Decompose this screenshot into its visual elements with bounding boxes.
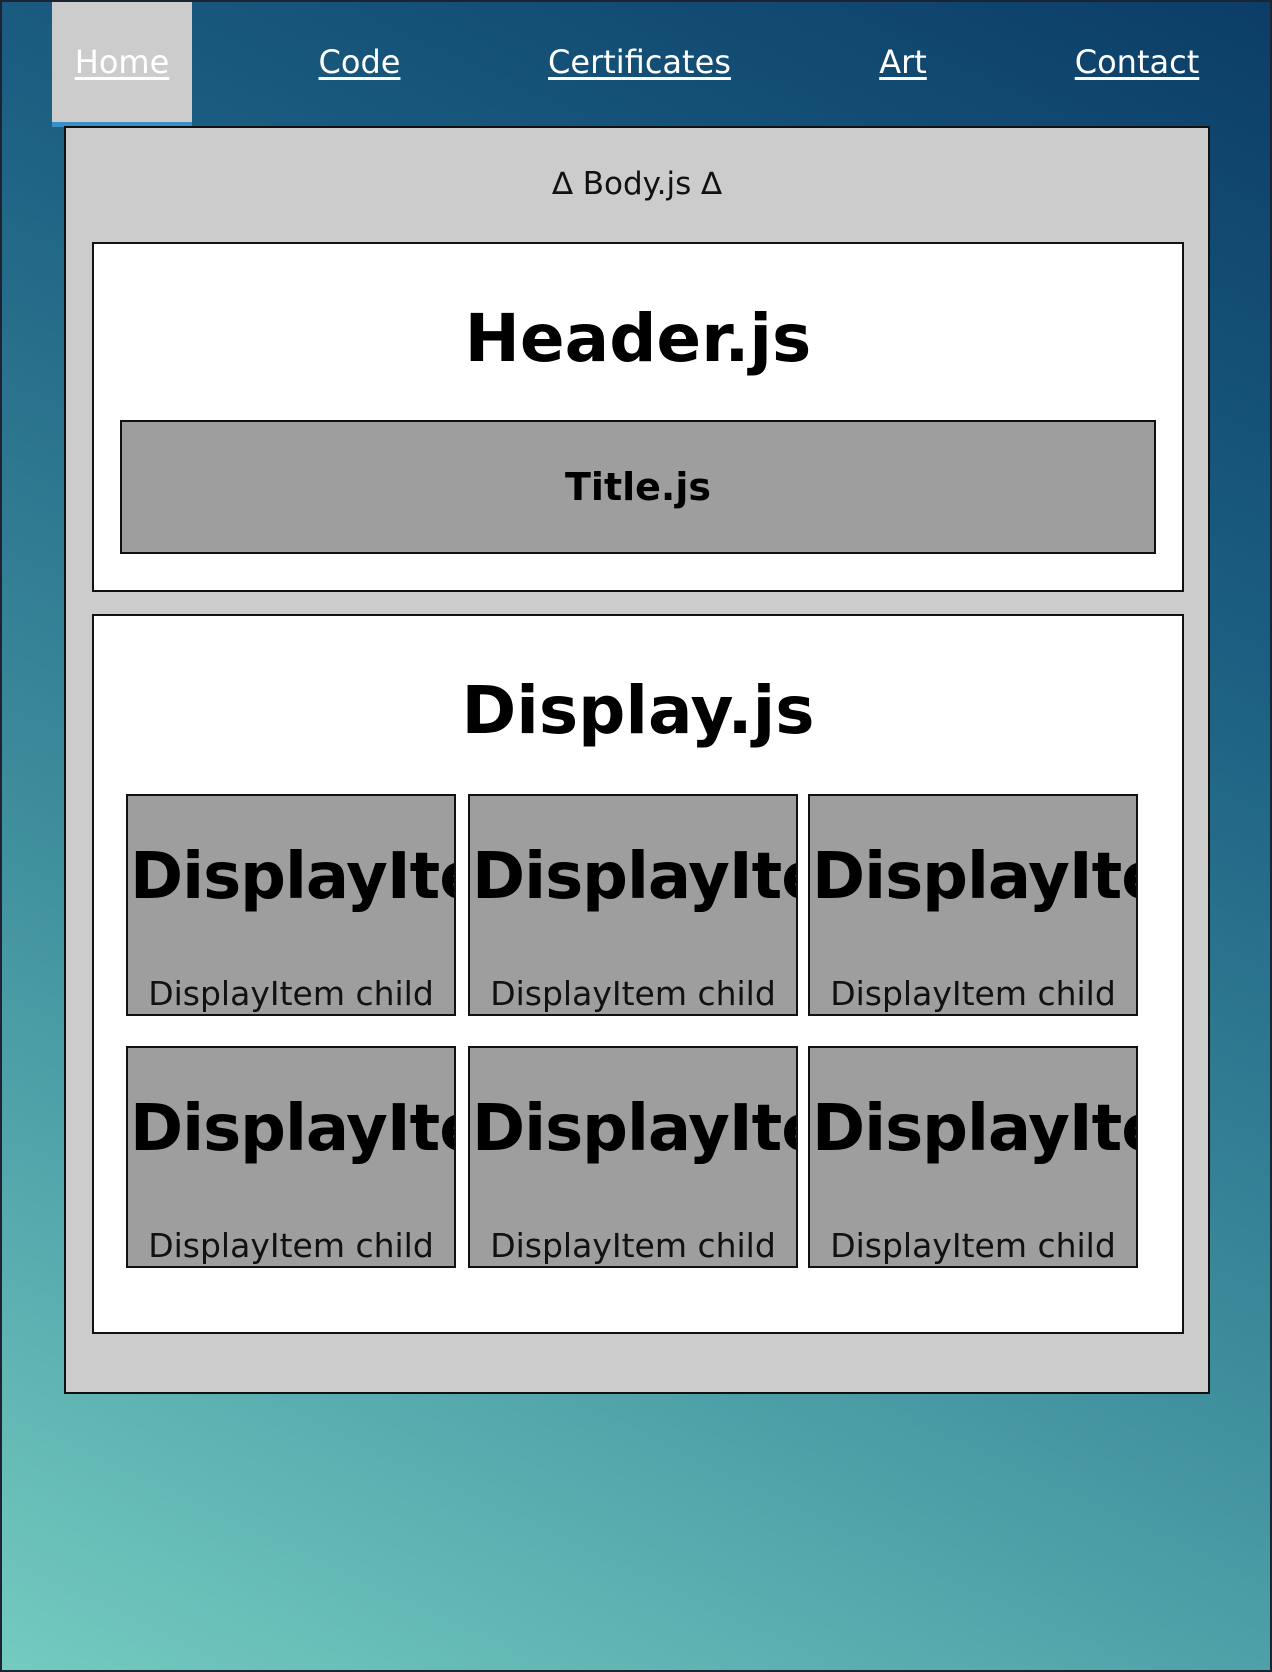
nav-link-contact[interactable]: Contact [1067, 2, 1207, 122]
nav-link-art[interactable]: Art [872, 2, 934, 122]
display-item-title: DisplayItem [130, 840, 454, 914]
nav-link-home[interactable]: Home [52, 2, 192, 127]
body-title: ∆ Body.js ∆ [552, 166, 722, 202]
nav-link-code[interactable]: Code [302, 2, 417, 122]
header-title: Header.js [464, 300, 812, 377]
title-component: Title.js [120, 420, 1156, 554]
display-item-title: DisplayItem [812, 1092, 1136, 1166]
display-item-title: DisplayItem [472, 1092, 796, 1166]
display-item: DisplayItem DisplayItem child [468, 1046, 798, 1268]
display-section: Display.js DisplayItem DisplayItem child… [92, 614, 1184, 1334]
display-title: Display.js [461, 672, 815, 749]
display-item-title: DisplayItem [472, 840, 796, 914]
display-item-title: DisplayItem [812, 840, 1136, 914]
display-item-child: DisplayItem child [830, 1226, 1116, 1265]
display-item: DisplayItem DisplayItem child [808, 1046, 1138, 1268]
display-item-child: DisplayItem child [148, 974, 434, 1013]
display-item-child: DisplayItem child [830, 974, 1116, 1013]
display-item: DisplayItem DisplayItem child [126, 794, 456, 1016]
display-item-title: DisplayItem [130, 1092, 454, 1166]
nav-link-certificates[interactable]: Certificates [542, 2, 737, 122]
body-panel: ∆ Body.js ∆ Header.js Title.js Display.j… [64, 126, 1210, 1394]
display-item-child: DisplayItem child [490, 974, 776, 1013]
display-item: DisplayItem DisplayItem child [468, 794, 798, 1016]
display-item: DisplayItem DisplayItem child [808, 794, 1138, 1016]
display-item: DisplayItem DisplayItem child [126, 1046, 456, 1268]
top-nav: Home Code Certificates Art Contact [2, 2, 1272, 127]
display-item-child: DisplayItem child [490, 1226, 776, 1265]
display-item-child: DisplayItem child [148, 1226, 434, 1265]
header-section: Header.js Title.js [92, 242, 1184, 592]
